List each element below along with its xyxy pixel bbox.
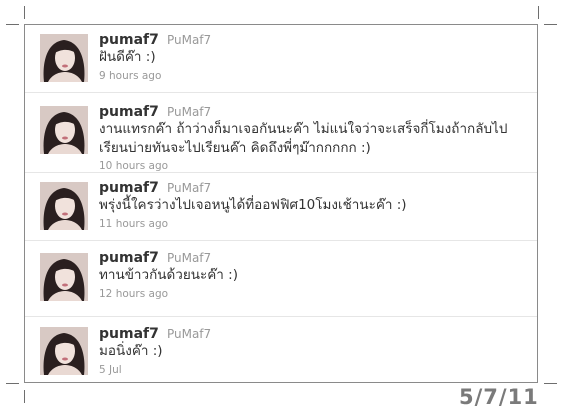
crop-mark-top-left-horizontal <box>6 24 19 25</box>
tweet-screen-name[interactable]: pumaf7 <box>99 180 159 196</box>
tweet-user-name[interactable]: PuMaf7 <box>167 105 211 119</box>
avatar[interactable] <box>40 106 88 154</box>
avatar[interactable] <box>40 253 88 301</box>
tweet-screen-name[interactable]: pumaf7 <box>99 32 159 48</box>
tweet-timestamp[interactable]: 5 Jul <box>99 363 527 377</box>
profile-photo <box>40 106 88 154</box>
tweet-screen-name[interactable]: pumaf7 <box>99 104 159 120</box>
tweet-text: พรุ่งนี้ใครว่างไปเจอหนูได้ที่ออฟฟิศ10โมง… <box>99 197 407 213</box>
tweet-user-name[interactable]: PuMaf7 <box>167 327 211 341</box>
avatar[interactable] <box>40 327 88 375</box>
tweet-screen-name[interactable]: pumaf7 <box>99 326 159 342</box>
tweet-item: pumaf7 PuMaf7 ทานข้าวกันด้วยนะค๊า :) 12 … <box>25 241 537 317</box>
crop-mark-top-left-vertical <box>24 6 25 19</box>
tweet-text: ทานข้าวกันด้วยนะค๊า :) <box>99 267 238 283</box>
profile-photo <box>40 327 88 375</box>
tweet-timeline: pumaf7 PuMaf7 ฝันดีค๊า :) 9 hours ago pu… <box>24 24 538 383</box>
tweet-user-name[interactable]: PuMaf7 <box>167 251 211 265</box>
crop-mark-bottom-left-horizontal <box>6 383 19 384</box>
tweet-item: pumaf7 PuMaf7 ฝันดีค๊า :) 9 hours ago <box>25 25 537 93</box>
profile-photo <box>40 182 88 230</box>
crop-mark-top-right-vertical <box>538 6 539 19</box>
tweet-item: pumaf7 PuMaf7 งานแทรกค๊า ถ้าว่างก็มาเจอก… <box>25 93 537 173</box>
crop-mark-top-right-horizontal <box>544 24 557 25</box>
profile-photo <box>40 34 88 82</box>
tweet-timestamp[interactable]: 11 hours ago <box>99 217 527 231</box>
tweet-user-name[interactable]: PuMaf7 <box>167 181 211 195</box>
avatar[interactable] <box>40 34 88 82</box>
date-stamp: 5/7/11 <box>459 385 539 409</box>
tweet-timestamp[interactable]: 12 hours ago <box>99 287 527 301</box>
profile-photo <box>40 253 88 301</box>
crop-mark-bottom-left-vertical <box>24 390 25 403</box>
tweet-user-name[interactable]: PuMaf7 <box>167 33 211 47</box>
tweet-timestamp[interactable]: 10 hours ago <box>99 159 527 173</box>
tweet-item: pumaf7 PuMaf7 พรุ่งนี้ใครว่างไปเจอหนูได้… <box>25 173 537 241</box>
tweet-screen-name[interactable]: pumaf7 <box>99 250 159 266</box>
tweet-text: ฝันดีค๊า :) <box>99 49 156 65</box>
tweet-text: มอนิ่งค๊า :) <box>99 343 163 359</box>
tweet-item: pumaf7 PuMaf7 มอนิ่งค๊า :) 5 Jul <box>25 317 537 382</box>
avatar[interactable] <box>40 182 88 230</box>
tweet-text: งานแทรกค๊า ถ้าว่างก็มาเจอกันนะค๊า ไม่แน่… <box>99 121 508 156</box>
tweet-timestamp[interactable]: 9 hours ago <box>99 69 527 83</box>
crop-mark-bottom-right-horizontal <box>544 383 557 384</box>
